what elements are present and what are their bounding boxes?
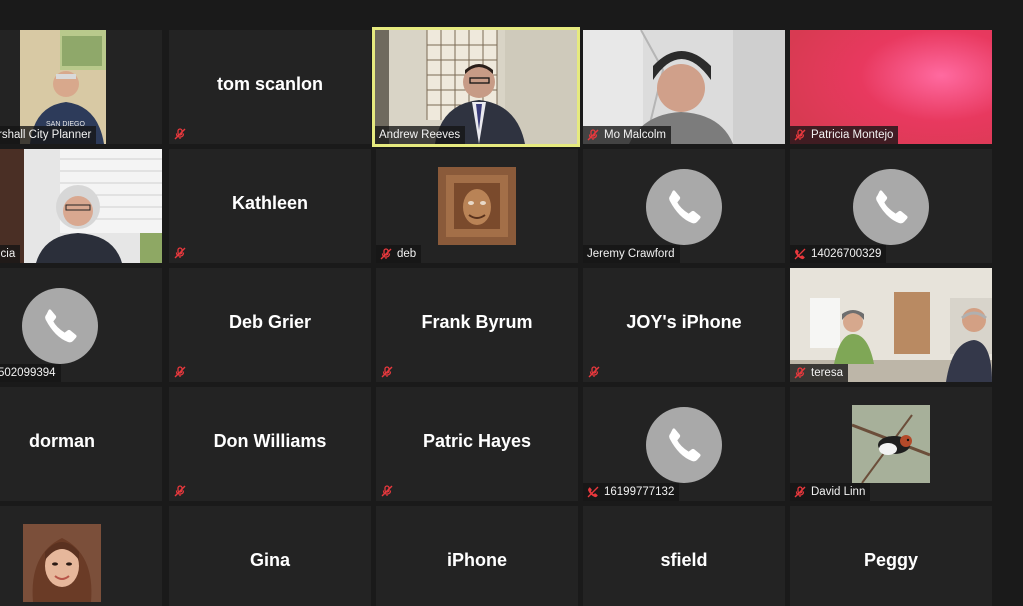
phone-icon	[669, 428, 701, 462]
participant-name: 502099394	[0, 367, 56, 379]
participant-tile[interactable]: Peggy	[790, 506, 992, 606]
participant-avatar	[438, 167, 516, 245]
participant-name: Mo Malcolm	[604, 129, 666, 141]
participant-name-label: Patricia Montejo	[790, 126, 899, 144]
participant-name: Patric Hayes	[422, 431, 532, 451]
participant-tile[interactable]: tom scanlon	[169, 30, 371, 144]
phone-icon	[669, 190, 701, 224]
gallery-view: SAN DIEGO rshall City Planner tom scanlo…	[0, 0, 1023, 606]
phone-avatar	[853, 169, 929, 245]
participant-name: 16199777132	[604, 486, 675, 498]
participant-name: Kathleen	[231, 193, 309, 213]
phone-icon	[45, 309, 77, 343]
participant-name: Patricia Montejo	[811, 129, 894, 141]
participant-tile[interactable]: Jeremy Crawford	[583, 149, 785, 263]
mic-muted-icon	[381, 366, 393, 378]
active-speaker-tile[interactable]: Andrew Reeves	[372, 27, 580, 147]
mic-muted-icon	[174, 366, 186, 378]
participant-tile[interactable]: dorman	[0, 387, 162, 501]
participant-name: Peggy	[863, 550, 919, 570]
mic-muted-icon	[794, 486, 806, 498]
participant-name: teresa	[811, 367, 843, 379]
participant-name-label: Andrew Reeves	[375, 126, 466, 144]
participant-name: rshall City Planner	[0, 129, 92, 141]
mic-muted-icon	[381, 485, 393, 497]
participant-tile[interactable]: 14026700329	[790, 149, 992, 263]
mic-muted-icon	[794, 129, 806, 141]
participant-name-label: Jeremy Crawford	[583, 245, 680, 263]
participant-name-label: 14026700329	[790, 245, 887, 263]
phone-avatar	[22, 288, 98, 364]
participant-name: Don Williams	[213, 431, 327, 451]
participant-avatar	[23, 524, 101, 602]
mic-muted-icon	[587, 129, 599, 141]
participant-tile[interactable]: icia	[0, 149, 162, 263]
participant-tile[interactable]: Patricia Montejo	[790, 30, 992, 144]
phone-muted-icon	[794, 248, 806, 260]
participant-tile[interactable]: Patric Hayes	[376, 387, 578, 501]
participant-name-label: icia	[0, 245, 21, 263]
participant-tile[interactable]: deb	[376, 149, 578, 263]
participant-name: deb	[397, 248, 417, 260]
participant-name-label: 16199777132	[583, 483, 680, 501]
participant-name: Deb Grier	[228, 312, 312, 332]
participant-tile[interactable]: Mo Malcolm	[583, 30, 785, 144]
participant-name: Frank Byrum	[421, 312, 533, 332]
mic-muted-icon	[174, 485, 186, 497]
participant-tile[interactable]: 502099394	[0, 268, 162, 382]
participant-tile[interactable]: iPhone	[376, 506, 578, 606]
participant-name-label: 502099394	[0, 364, 61, 382]
participant-name: JOY's iPhone	[626, 312, 742, 332]
mic-muted-icon	[174, 128, 186, 140]
participant-tile[interactable]: sfield	[583, 506, 785, 606]
participant-name: tom scanlon	[216, 74, 323, 94]
participant-name: dorman	[28, 431, 95, 451]
phone-avatar	[646, 407, 722, 483]
participant-name: Jeremy Crawford	[587, 248, 675, 260]
phone-icon	[876, 190, 908, 224]
participant-name: iPhone	[446, 550, 507, 570]
participant-avatar	[852, 405, 930, 483]
mic-muted-icon	[174, 247, 186, 259]
phone-avatar	[646, 169, 722, 245]
participant-name-label: rshall City Planner	[0, 126, 97, 144]
participant-tile[interactable]: Frank Byrum	[376, 268, 578, 382]
participant-tile[interactable]: David Linn	[790, 387, 992, 501]
participant-name: icia	[0, 248, 16, 260]
participant-name-label: David Linn	[790, 483, 871, 501]
participant-name: Gina	[249, 550, 290, 570]
mic-muted-icon	[588, 366, 600, 378]
participant-tile[interactable]	[0, 506, 162, 606]
participant-name-label: teresa	[790, 364, 848, 382]
phone-muted-icon	[587, 486, 599, 498]
participant-name: Andrew Reeves	[379, 129, 461, 141]
participant-name-label: deb	[376, 245, 422, 263]
mic-muted-icon	[380, 248, 392, 260]
participant-tile[interactable]: 16199777132	[583, 387, 785, 501]
participant-name: 14026700329	[811, 248, 882, 260]
participant-tile[interactable]: SAN DIEGO rshall City Planner	[0, 30, 162, 144]
participant-tile[interactable]: teresa	[790, 268, 992, 382]
participant-name: sfield	[660, 550, 708, 570]
participant-name-label: Mo Malcolm	[583, 126, 671, 144]
participant-tile[interactable]: Kathleen	[169, 149, 371, 263]
mic-muted-icon	[794, 367, 806, 379]
participant-name: David Linn	[811, 486, 866, 498]
participant-tile[interactable]: Gina	[169, 506, 371, 606]
participant-tile[interactable]: Don Williams	[169, 387, 371, 501]
participant-tile[interactable]: JOY's iPhone	[583, 268, 785, 382]
participant-tile[interactable]: Deb Grier	[169, 268, 371, 382]
participant-video	[0, 149, 162, 263]
